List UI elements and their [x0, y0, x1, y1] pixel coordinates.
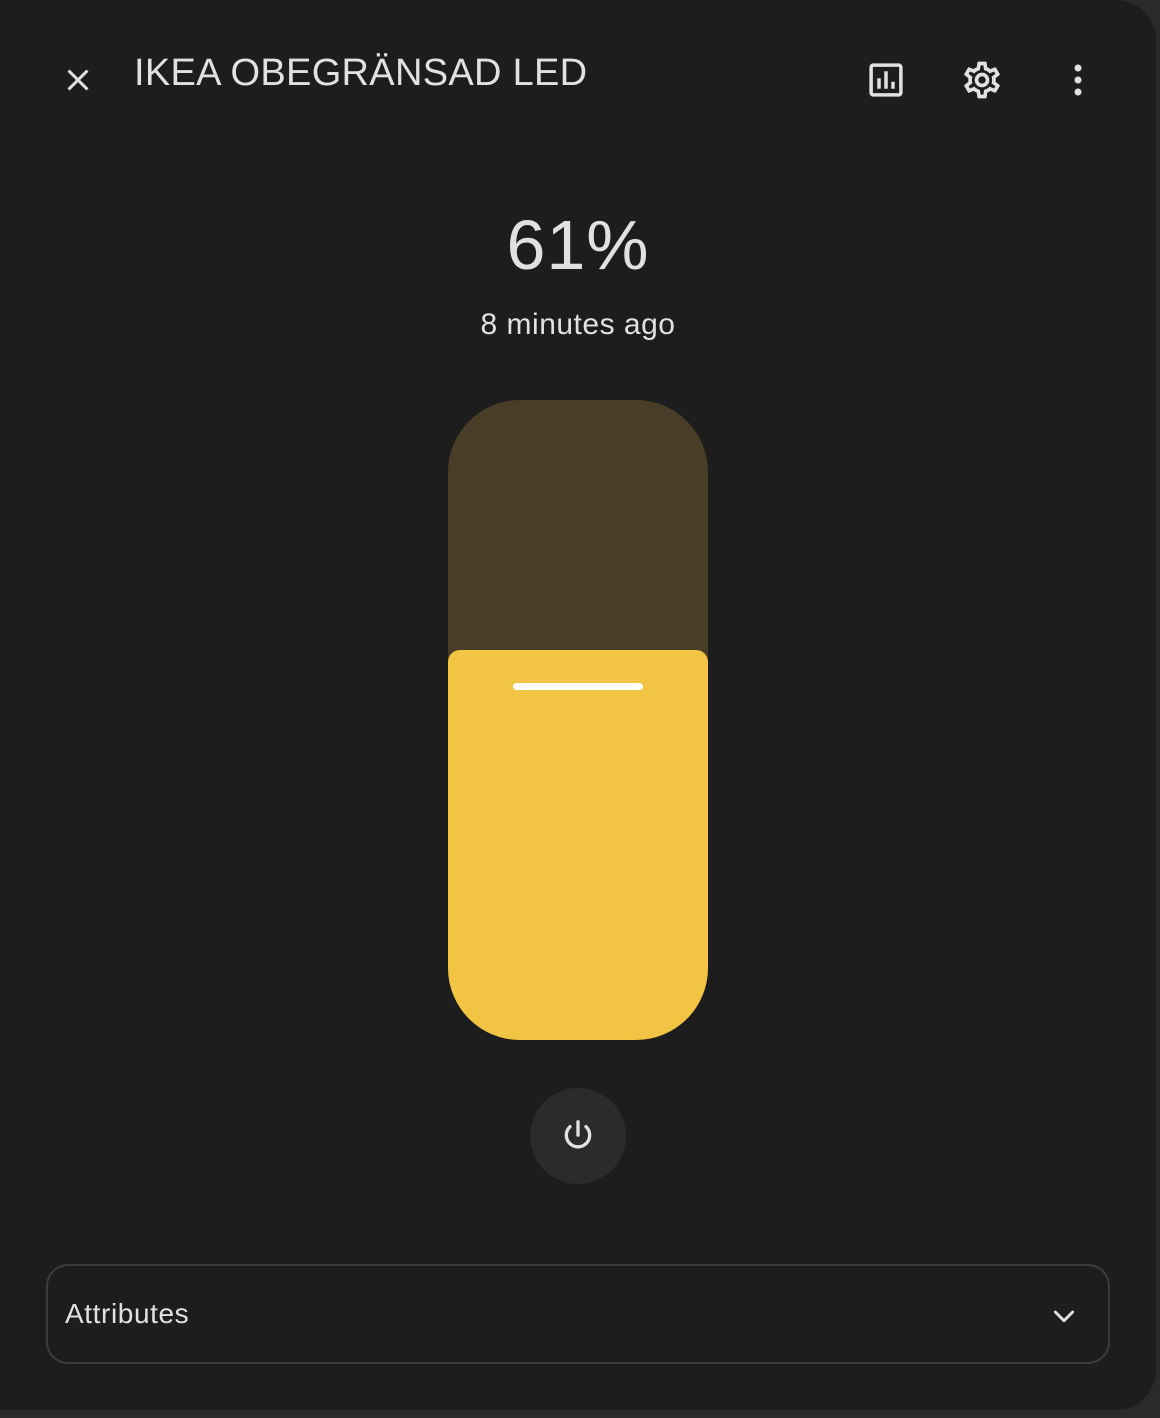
power-toggle-button[interactable] [530, 1088, 626, 1184]
attributes-label: Attributes [65, 1298, 190, 1329]
brightness-value: 61% [506, 206, 650, 284]
dialog-title: IKEA OBEGRÄNSAD LED [134, 52, 588, 94]
history-button[interactable] [846, 40, 926, 120]
chevron-down-icon [1044, 1296, 1084, 1336]
power-icon [564, 1120, 592, 1149]
more-info-dialog: IKEA OBEGRÄNSAD LED 61% 8 minutes ago At… [0, 0, 1156, 1410]
more-options-button[interactable] [1038, 40, 1118, 120]
settings-button[interactable] [942, 40, 1022, 120]
brightness-slider[interactable] [448, 400, 708, 1040]
slider-handle[interactable] [513, 683, 643, 690]
dots-vertical-icon [1074, 64, 1082, 96]
cog-icon [964, 61, 1000, 99]
chart-box-icon [869, 63, 903, 97]
close-icon [67, 69, 89, 91]
close-button[interactable] [38, 40, 118, 120]
attributes-expander[interactable]: Attributes [46, 1264, 1110, 1364]
last-changed-time: 8 minutes ago [480, 308, 676, 341]
dialog-header: IKEA OBEGRÄNSAD LED [0, 0, 1156, 160]
slider-fill [448, 650, 708, 1040]
